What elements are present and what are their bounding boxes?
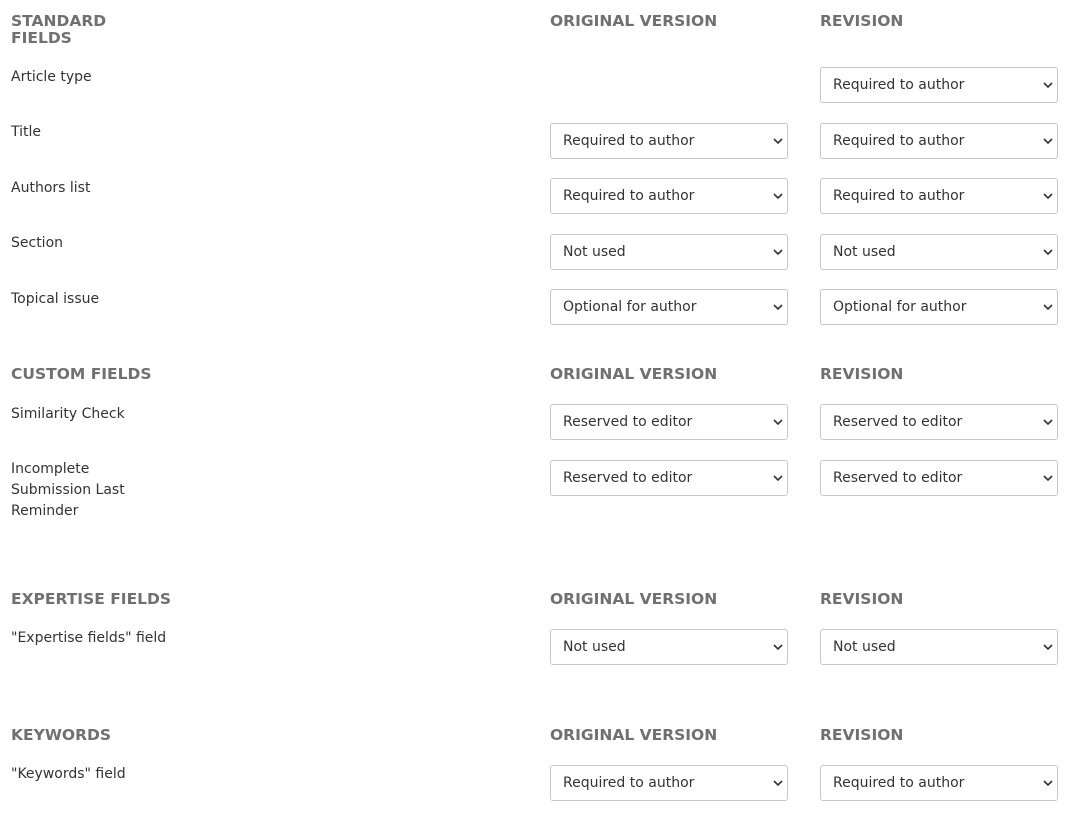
select-value: Optional for author bbox=[833, 299, 967, 315]
section-title-custom-fields: CUSTOM FIELDS bbox=[11, 365, 152, 383]
chevron-down-icon bbox=[773, 475, 783, 482]
field-label-article-type: Article type bbox=[11, 69, 92, 85]
select-value: Reserved to editor bbox=[833, 414, 963, 430]
select-value: Optional for author bbox=[563, 299, 697, 315]
chevron-down-icon bbox=[773, 419, 783, 426]
topical-issue-revision-select[interactable]: Optional for author bbox=[820, 289, 1058, 325]
field-label-expertise-fields: "Expertise fields" field bbox=[11, 630, 167, 646]
column-header-revision: REVISION bbox=[820, 12, 904, 30]
section-title-expertise-fields: EXPERTISE FIELDS bbox=[11, 590, 172, 608]
column-header-original: ORIGINAL VERSION bbox=[550, 365, 718, 383]
select-value: Required to author bbox=[563, 775, 695, 791]
field-label-incomplete-submission-last-reminder: Incomplete Submission Last Reminder bbox=[11, 459, 125, 522]
chevron-down-icon bbox=[1043, 82, 1053, 89]
field-label-authors-list: Authors list bbox=[11, 180, 91, 196]
chevron-down-icon bbox=[1043, 249, 1053, 256]
chevron-down-icon bbox=[773, 249, 783, 256]
similarity-check-original-select[interactable]: Reserved to editor bbox=[550, 404, 788, 440]
chevron-down-icon bbox=[773, 304, 783, 311]
select-value: Required to author bbox=[833, 133, 965, 149]
select-value: Required to author bbox=[563, 188, 695, 204]
section-title-line: STANDARD bbox=[11, 12, 107, 30]
authors-list-original-select[interactable]: Required to author bbox=[550, 178, 788, 214]
select-value: Not used bbox=[563, 639, 626, 655]
select-value: Reserved to editor bbox=[833, 470, 963, 486]
section-title-keywords: KEYWORDS bbox=[11, 726, 112, 744]
select-value: Not used bbox=[833, 639, 896, 655]
title-original-select[interactable]: Required to author bbox=[550, 123, 788, 159]
chevron-down-icon bbox=[1043, 780, 1053, 787]
field-label-title: Title bbox=[11, 124, 42, 140]
select-value: Required to author bbox=[563, 133, 695, 149]
column-header-original: ORIGINAL VERSION bbox=[550, 726, 718, 744]
select-value: Not used bbox=[833, 244, 896, 260]
incomplete-submission-reminder-original-select[interactable]: Reserved to editor bbox=[550, 460, 788, 496]
expertise-fields-original-select[interactable]: Not used bbox=[550, 629, 788, 665]
chevron-down-icon bbox=[773, 780, 783, 787]
chevron-down-icon bbox=[1043, 475, 1053, 482]
chevron-down-icon bbox=[1043, 644, 1053, 651]
field-label-section: Section bbox=[11, 235, 64, 251]
keywords-original-select[interactable]: Required to author bbox=[550, 765, 788, 801]
chevron-down-icon bbox=[1043, 419, 1053, 426]
keywords-revision-select[interactable]: Required to author bbox=[820, 765, 1058, 801]
section-title-standard-fields: STANDARD FIELDS bbox=[11, 13, 106, 47]
chevron-down-icon bbox=[773, 644, 783, 651]
select-value: Required to author bbox=[833, 77, 965, 93]
chevron-down-icon bbox=[773, 138, 783, 145]
field-label-similarity-check: Similarity Check bbox=[11, 406, 125, 422]
similarity-check-revision-select[interactable]: Reserved to editor bbox=[820, 404, 1058, 440]
field-label-line: Incomplete bbox=[11, 461, 90, 477]
select-value: Required to author bbox=[833, 775, 965, 791]
incomplete-submission-reminder-revision-select[interactable]: Reserved to editor bbox=[820, 460, 1058, 496]
chevron-down-icon bbox=[773, 193, 783, 200]
authors-list-revision-select[interactable]: Required to author bbox=[820, 178, 1058, 214]
chevron-down-icon bbox=[1043, 138, 1053, 145]
chevron-down-icon bbox=[1043, 304, 1053, 311]
topical-issue-original-select[interactable]: Optional for author bbox=[550, 289, 788, 325]
field-label-keywords: "Keywords" field bbox=[11, 766, 126, 782]
column-header-revision: REVISION bbox=[820, 590, 904, 608]
field-label-line: Submission Last bbox=[11, 482, 125, 498]
column-header-original: ORIGINAL VERSION bbox=[550, 12, 718, 30]
section-title-line: FIELDS bbox=[11, 29, 72, 47]
column-header-original: ORIGINAL VERSION bbox=[550, 590, 718, 608]
column-header-revision: REVISION bbox=[820, 365, 904, 383]
select-value: Not used bbox=[563, 244, 626, 260]
chevron-down-icon bbox=[1043, 193, 1053, 200]
field-label-line: Reminder bbox=[11, 503, 79, 519]
article-type-revision-select[interactable]: Required to author bbox=[820, 67, 1058, 103]
select-value: Reserved to editor bbox=[563, 414, 693, 430]
section-revision-select[interactable]: Not used bbox=[820, 234, 1058, 270]
expertise-fields-revision-select[interactable]: Not used bbox=[820, 629, 1058, 665]
select-value: Reserved to editor bbox=[563, 470, 693, 486]
section-original-select[interactable]: Not used bbox=[550, 234, 788, 270]
title-revision-select[interactable]: Required to author bbox=[820, 123, 1058, 159]
select-value: Required to author bbox=[833, 188, 965, 204]
column-header-revision: REVISION bbox=[820, 726, 904, 744]
field-label-topical-issue: Topical issue bbox=[11, 291, 100, 307]
